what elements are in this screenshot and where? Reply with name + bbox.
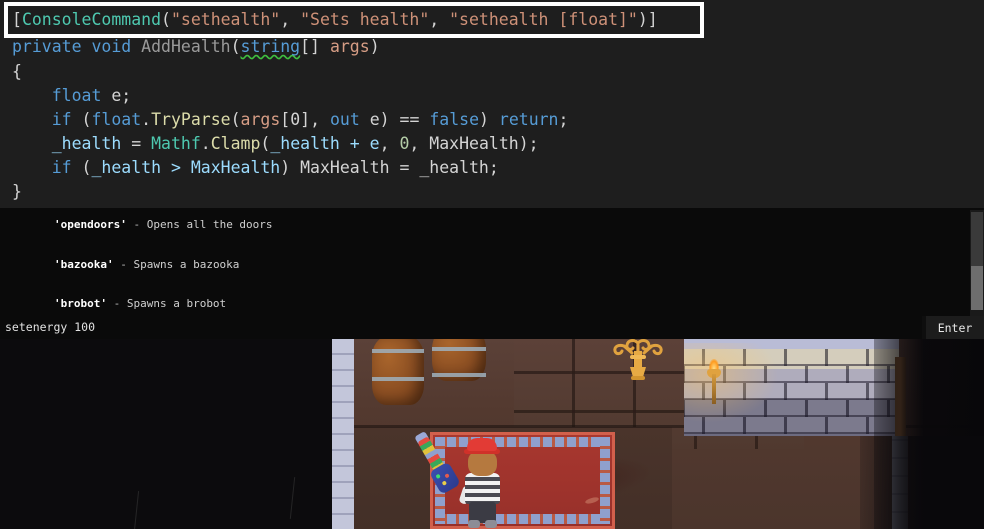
code-line-if-maxhealth: if (_health > MaxHealth) MaxHealth = _he… <box>12 155 499 180</box>
code-line-brace-open: { <box>12 62 22 81</box>
console-input[interactable] <box>0 316 922 339</box>
tryparse-method: TryParse <box>151 110 231 129</box>
attr-open-bracket: [ <box>12 10 22 29</box>
candelabra-sconce-icon <box>613 339 663 380</box>
console-command-name: 'opendoors' <box>53 218 127 232</box>
console-command-desc: Spawns a brobot <box>126 297 227 311</box>
tryparse-p2: ( <box>230 110 241 129</box>
clamp-comma-1: , <box>379 134 400 153</box>
console-command-desc: Spawns a bazooka <box>133 257 240 271</box>
console-command-name: 'bazooka' <box>53 257 114 271</box>
player-hat <box>467 438 497 451</box>
console-separator: - <box>126 218 147 232</box>
if2-assignment: MaxHealth = _health <box>300 158 489 177</box>
clamp-arg-1: _health + e <box>270 134 380 153</box>
console-separator: - <box>113 257 134 271</box>
tryparse-p4: ) <box>479 110 499 129</box>
attr-arg-2: "Sets health" <box>300 10 430 29</box>
sig-open-paren: ( <box>230 37 241 56</box>
clamp-comma-2: , <box>409 134 430 153</box>
attr-comma-2: , <box>429 10 450 29</box>
tryparse-type: float <box>91 110 142 129</box>
attr-arg-3: "sethealth [float]" <box>449 10 638 29</box>
sig-return-type: void <box>91 37 132 56</box>
console-scrollbar-thumb[interactable] <box>971 266 983 310</box>
tryparse-comma: , <box>310 110 330 129</box>
clamp-zero: 0 <box>399 134 410 153</box>
if2-semi: ; <box>488 158 499 177</box>
clamp-lhs: _health <box>51 134 122 153</box>
attr-close: )] <box>637 10 658 29</box>
clamp-assign: = <box>121 134 152 153</box>
code-line-attribute: [ConsoleCommand("sethealth", "Sets healt… <box>12 7 658 32</box>
console-scrollbar-track-upper[interactable] <box>971 212 983 266</box>
sig-param-type: string <box>240 37 301 56</box>
if2-p1: ( <box>71 158 92 177</box>
torch-handle <box>712 374 716 404</box>
sig-array-brackets: [] <box>300 37 320 56</box>
sig-modifier: private <box>12 37 82 56</box>
tryparse-if: if <box>51 110 72 129</box>
if2-condition: _health > MaxHealth <box>91 158 281 177</box>
tryparse-return: return <box>498 110 559 129</box>
attr-arg-1: "sethealth" <box>170 10 281 29</box>
player-torso <box>465 473 500 504</box>
console-command-name: 'brobot' <box>53 297 107 311</box>
tryparse-p3: ) <box>379 110 400 129</box>
clamp-p1: ( <box>260 134 271 153</box>
code-line-tryparse: if (float.TryParse(args[0], out e) == fa… <box>12 107 569 132</box>
tryparse-dot: . <box>141 110 152 129</box>
player-shoe-right <box>485 520 497 528</box>
tryparse-p1: ( <box>71 110 92 129</box>
ingame-console: 'opendoors' - Opens all the doors 'bazoo… <box>0 208 984 339</box>
code-line-clamp: _health = Mathf.Clamp(_health + e, 0, Ma… <box>12 131 539 156</box>
list-item: 'bazooka' - Spawns a bazooka <box>0 245 968 285</box>
attr-comma-1: , <box>280 10 301 29</box>
player-shoe-left <box>468 520 480 528</box>
tryparse-eq: == <box>399 110 430 129</box>
console-enter-button[interactable]: Enter <box>926 316 984 339</box>
console-scrollbar[interactable] <box>970 210 984 316</box>
float-rest: e; <box>101 86 132 105</box>
brick-wall <box>684 339 899 436</box>
clamp-arg-2: MaxHealth <box>429 134 519 153</box>
code-line-float-decl: float e; <box>12 83 131 108</box>
barrel <box>372 339 424 405</box>
player-character[interactable] <box>414 431 515 529</box>
unlit-area-left <box>0 339 332 529</box>
console-log-list: 'opendoors' - Opens all the doors 'bazoo… <box>0 208 968 316</box>
barrel <box>432 339 486 381</box>
console-separator: - <box>106 297 127 311</box>
clamp-dot: . <box>200 134 211 153</box>
float-keyword: float <box>51 86 102 105</box>
console-command-desc: Opens all the doors <box>146 218 273 232</box>
player-head <box>468 451 497 476</box>
if2-p2: ) <box>280 158 301 177</box>
clamp-class: Mathf <box>151 134 201 153</box>
tryparse-arg: args <box>240 110 281 129</box>
attr-name: ConsoleCommand <box>21 10 162 29</box>
if2-if: if <box>51 158 72 177</box>
tryparse-var: e <box>359 110 380 129</box>
tryparse-semi: ; <box>558 110 569 129</box>
tryparse-out: out <box>329 110 360 129</box>
console-input-row: Enter <box>0 316 984 339</box>
stone-column-strip <box>332 339 354 529</box>
tryparse-index: [0] <box>280 110 311 129</box>
carpet-trim-right <box>600 437 610 524</box>
code-line-brace-close: } <box>12 182 22 201</box>
list-item: 'opendoors' - Opens all the doors <box>0 208 968 245</box>
clamp-method: Clamp <box>210 134 261 153</box>
code-line-signature: private void AddHealth(string[] args) <box>12 34 380 59</box>
code-editor-pane: [ConsoleCommand("sethealth", "Sets healt… <box>0 0 984 208</box>
sig-close-paren: ) <box>369 37 380 56</box>
tryparse-false: false <box>429 110 480 129</box>
app-screen: [ConsoleCommand("sethealth", "Sets healt… <box>0 0 984 529</box>
list-item: 'brobot' - Spawns a brobot <box>0 284 968 316</box>
clamp-close: ); <box>518 134 539 153</box>
sig-param-name: args <box>329 37 370 56</box>
unlit-area-right-lower <box>860 436 984 529</box>
sig-method-name: AddHealth <box>141 37 231 56</box>
attr-open-paren: ( <box>161 10 171 29</box>
